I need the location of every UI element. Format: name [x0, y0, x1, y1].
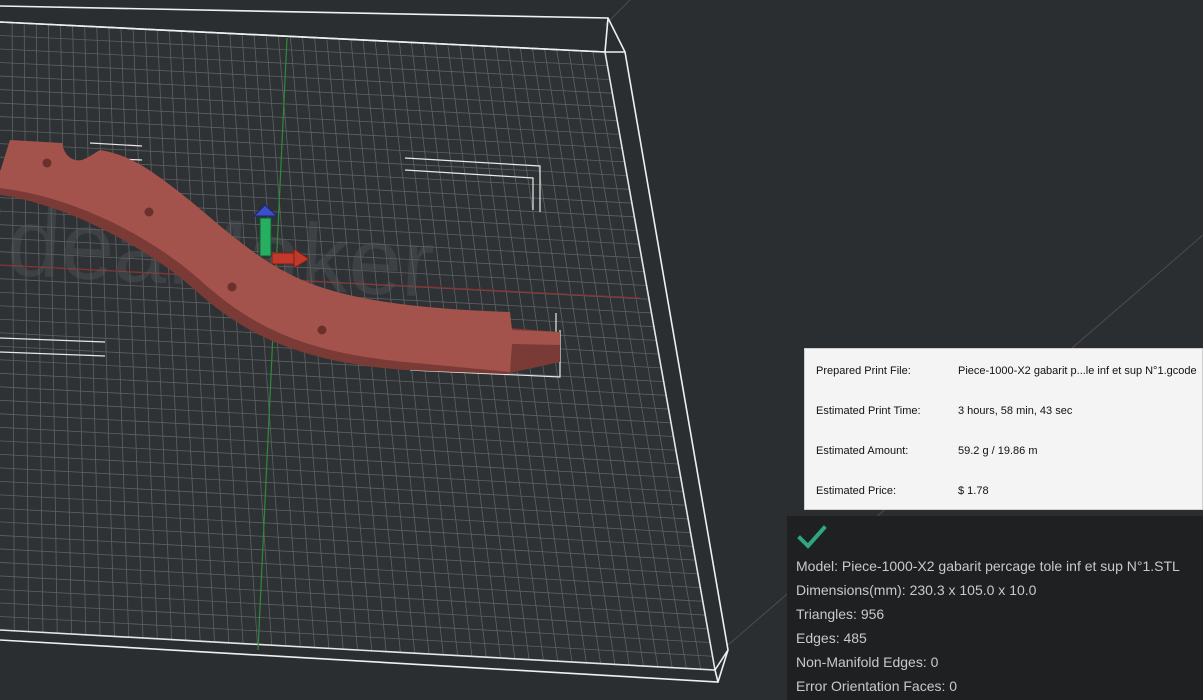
- print-price-value: $ 1.78: [958, 485, 989, 497]
- print-time-label: Estimated Print Time:: [816, 405, 921, 417]
- print-time-value: 3 hours, 58 min, 43 sec: [958, 405, 1073, 417]
- print-price-label: Estimated Price:: [816, 485, 897, 497]
- model-triangles: Triangles: 956: [796, 606, 885, 622]
- print-amount-label: Estimated Amount:: [816, 445, 909, 457]
- check-icon: [797, 525, 827, 549]
- model-non-manifold-edges: Non-Manifold Edges: 0: [796, 654, 939, 670]
- print-file-label: Prepared Print File:: [816, 365, 911, 377]
- model-info-panel: Model: Piece-1000-X2 gabarit percage tol…: [787, 516, 1203, 700]
- model-edges: Edges: 485: [796, 630, 867, 646]
- model-error-orientation-faces: Error Orientation Faces: 0: [796, 678, 958, 694]
- print-row-amount: Estimated Amount: 59.2 g / 19.86 m: [805, 445, 1202, 461]
- model-name: Model: Piece-1000-X2 gabarit percage tol…: [796, 558, 1180, 574]
- gizmo-y-arrow[interactable]: [259, 217, 272, 257]
- model-dimensions: Dimensions(mm): 230.3 x 105.0 x 10.0: [796, 582, 1037, 598]
- print-row-time: Estimated Print Time: 3 hours, 58 min, 4…: [805, 405, 1202, 421]
- print-row-file: Prepared Print File: Piece-1000-X2 gabar…: [805, 365, 1202, 381]
- print-amount-value: 59.2 g / 19.86 m: [958, 445, 1038, 457]
- gizmo-x-arrow[interactable]: [271, 252, 295, 265]
- print-file-value: Piece-1000-X2 gabarit p...le inf et sup …: [958, 365, 1197, 377]
- print-info-panel: Prepared Print File: Piece-1000-X2 gabar…: [804, 348, 1203, 510]
- print-row-price: Estimated Price: $ 1.78: [805, 485, 1202, 501]
